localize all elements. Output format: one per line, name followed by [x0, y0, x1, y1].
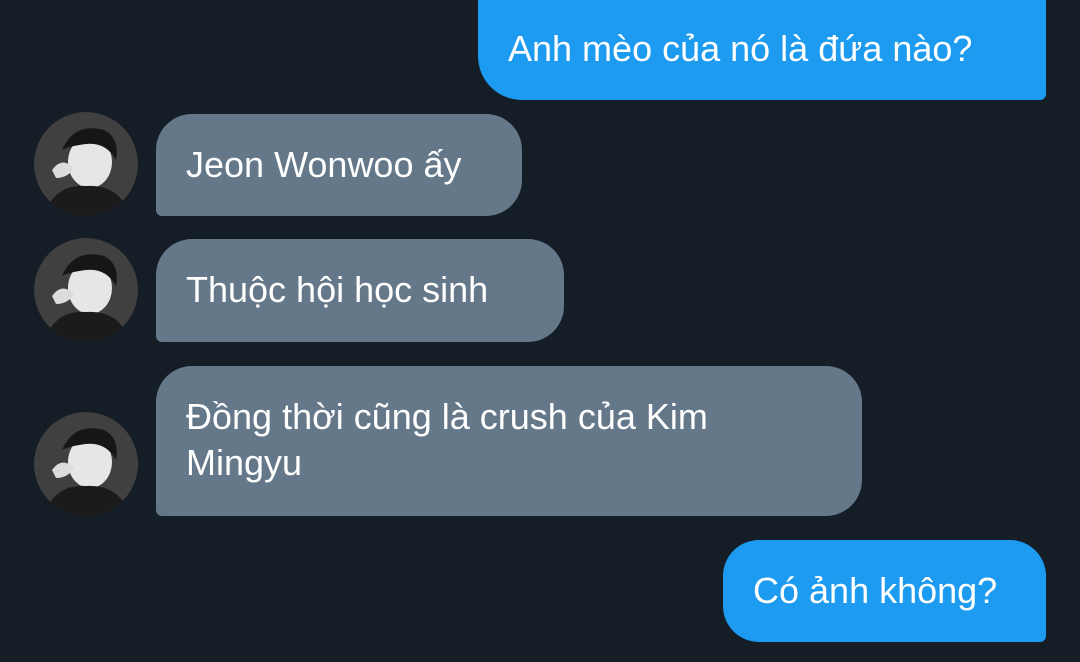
chat-thread: Anh mèo của nó là đứa nào? Jeon Wonwoo ấ… — [0, 0, 1080, 662]
avatar-photo-icon — [34, 412, 138, 516]
message-text: Jeon Wonwoo ấy — [186, 144, 462, 185]
avatar-photo-icon — [34, 112, 138, 216]
message-text: Anh mèo của nó là đứa nào? — [508, 28, 973, 69]
outgoing-message-bubble[interactable]: Anh mèo của nó là đứa nào? — [478, 0, 1046, 100]
contact-avatar[interactable] — [34, 112, 138, 216]
avatar-photo-icon — [34, 238, 138, 342]
message-text: Đồng thời cũng là crush của Kim Mingyu — [186, 396, 708, 483]
outgoing-message-bubble[interactable]: Có ảnh không? — [723, 540, 1046, 642]
incoming-message-bubble[interactable]: Jeon Wonwoo ấy — [156, 114, 522, 216]
incoming-message-bubble[interactable]: Thuộc hội học sinh — [156, 239, 564, 342]
incoming-message-bubble[interactable]: Đồng thời cũng là crush của Kim Mingyu — [156, 366, 862, 516]
message-text: Có ảnh không? — [753, 570, 998, 611]
message-text: Thuộc hội học sinh — [186, 269, 489, 310]
contact-avatar[interactable] — [34, 412, 138, 516]
contact-avatar[interactable] — [34, 238, 138, 342]
